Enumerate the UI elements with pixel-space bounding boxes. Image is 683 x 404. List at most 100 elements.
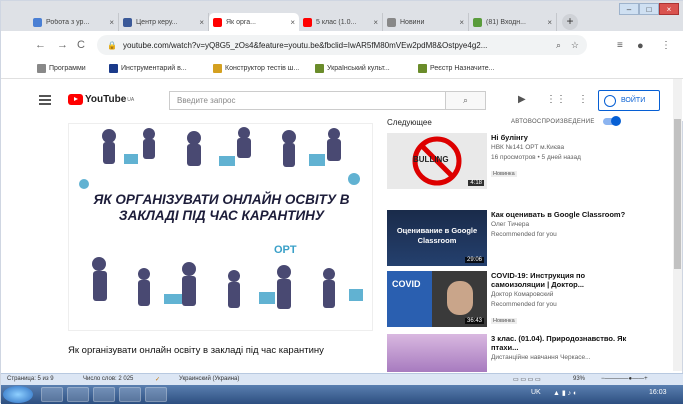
page-scrollbar[interactable] — [673, 79, 682, 371]
zoom-slider[interactable]: −————●——+ — [601, 376, 648, 382]
bookmark-icon — [213, 64, 222, 73]
browser-toolbar: ← → C 🔒 youtube.com/watch?v=yQ8G5_zOs4&f… — [1, 31, 683, 59]
browser-tab-strip: Робота з ур... × Центр керу... × Як орга… — [1, 1, 683, 31]
thumb-text: COVID — [392, 279, 421, 289]
bookmark-label: Программи — [49, 65, 86, 72]
proofing-icon[interactable]: ✓ — [155, 376, 160, 383]
thumb-text: BULLING — [413, 155, 449, 164]
autoplay-toggle[interactable] — [603, 116, 621, 126]
tab-2[interactable]: Центр керу... × — [119, 13, 209, 31]
reload-icon[interactable]: C — [77, 39, 85, 51]
bookmark-icon — [109, 64, 118, 73]
tab-title: Новини — [400, 18, 425, 26]
taskbar-app-explorer[interactable] — [41, 387, 63, 402]
close-icon[interactable]: × — [290, 18, 295, 27]
tab-1[interactable]: Робота з ур... × — [29, 13, 119, 31]
bookmark-label: Реєстр Назначите... — [430, 65, 495, 72]
close-icon[interactable]: × — [373, 18, 378, 27]
bookmark-4[interactable]: Український культ... — [315, 64, 390, 73]
star-icon[interactable]: ☆ — [571, 40, 579, 51]
word-count[interactable]: Число слов: 2 025 — [83, 376, 133, 382]
playlist-icon[interactable]: ≡ — [617, 40, 623, 51]
hamburger-menu-icon[interactable] — [39, 95, 51, 107]
video-title: COVID-19: Инструкция по самоизоляции | Д… — [491, 271, 586, 289]
minimize-button[interactable]: – — [619, 3, 639, 15]
new-tab-button[interactable]: + — [562, 14, 578, 30]
bookmark-5[interactable]: Реєстр Назначите... — [418, 64, 494, 73]
zoom-level[interactable]: 93% — [573, 376, 585, 382]
new-badge: Новинка — [491, 171, 517, 177]
taskbar-app-word[interactable] — [93, 387, 115, 402]
url-text: youtube.com/watch?v=yQ8G5_zOs4&feature=y… — [122, 40, 488, 50]
bookmark-2[interactable]: Инструментарий в... — [109, 64, 187, 73]
video-meta: Как оценивать в Google Classroom? Олег Т… — [491, 210, 641, 239]
tab-title: 5 клас (1.0... — [316, 18, 357, 26]
maximize-button[interactable]: □ — [639, 3, 659, 15]
youtube-logo[interactable]: YouTube UA — [68, 94, 134, 105]
tab-5[interactable]: Новини × — [383, 13, 469, 31]
word-status-bar: Страница: 5 из 9 Число слов: 2 025 ✓ Укр… — [1, 373, 683, 385]
taskbar-app[interactable] — [145, 387, 167, 402]
language-indicator[interactable]: UK — [531, 389, 541, 396]
video-thumbnail[interactable]: Оценивание в Google Classroom 29:06 — [387, 210, 487, 266]
close-icon[interactable]: × — [199, 18, 204, 27]
close-icon[interactable]: × — [547, 18, 552, 27]
recommended-video[interactable]: 3 клас. (01.04). Природознавство. Як пта… — [387, 334, 667, 372]
search-button[interactable]: ⌕ — [446, 91, 486, 110]
up-next-label: Следующее — [387, 118, 432, 127]
clock[interactable]: 16:03 — [649, 389, 667, 396]
logo-text: YouTube — [85, 94, 127, 105]
youtube-icon — [303, 17, 312, 27]
settings-kebab-icon[interactable]: ⋮ — [578, 94, 588, 105]
apps-grid-icon — [37, 64, 46, 73]
tray-icons[interactable]: ▲ ▮ ♪ ◐ — [553, 389, 577, 397]
duration-badge: 29:06 — [464, 257, 484, 263]
search-icon: ⌕ — [462, 95, 469, 105]
sign-in-button[interactable]: ВОЙТИ — [598, 90, 660, 111]
taskbar-app[interactable] — [119, 387, 141, 402]
recommended-video[interactable]: Оценивание в Google Classroom 29:06 Как … — [387, 210, 667, 270]
forward-icon[interactable]: → — [57, 39, 68, 51]
tab-active[interactable]: Як орга... × — [209, 13, 299, 31]
view-buttons[interactable]: ▭ ▭ ▭ ▭ — [513, 376, 541, 383]
scrollbar-thumb[interactable] — [674, 119, 681, 269]
tab-4[interactable]: 5 клас (1.0... × — [299, 13, 383, 31]
account-icon — [604, 94, 616, 107]
language-indicator[interactable]: Украинский (Украина) — [179, 376, 239, 382]
close-icon[interactable]: × — [109, 18, 114, 27]
bookmark-label: Инструментарий в... — [121, 65, 187, 72]
bookmarks-bar: Программи Инструментарий в... Конструкто… — [1, 59, 683, 79]
tab-6[interactable]: (81) Входн... × — [469, 13, 557, 31]
screen: Робота з ур... × Центр керу... × Як орга… — [0, 0, 683, 404]
back-icon[interactable]: ← — [35, 39, 46, 51]
video-title: Как оценивать в Google Classroom? — [491, 210, 626, 219]
channel-name: НВК №141 ОРТ м.Києва — [491, 144, 565, 151]
zoom-icon[interactable]: ⌕ — [556, 40, 561, 51]
search-input[interactable]: Введите запрос — [169, 91, 446, 110]
video-info: 16 просмотров • 5 дней назад — [491, 154, 581, 161]
profile-icon[interactable]: ● — [637, 40, 644, 52]
video-image-title: ЯК ОРГАНІЗУВАТИ ОНЛАЙН ОСВІТУ В ЗАКЛАДІ … — [93, 192, 350, 223]
bookmark-3[interactable]: Конструктор тестів ш... — [213, 64, 299, 73]
close-window-button[interactable]: × — [659, 3, 679, 15]
thumb-text: Оценивание в Google Classroom — [396, 226, 478, 245]
video-thumbnail[interactable] — [387, 334, 487, 372]
apps-grid-icon[interactable]: ⋮⋮ — [546, 94, 566, 105]
video-thumbnail[interactable]: COVID 36:43 — [387, 271, 487, 327]
duration-badge: 4:18 — [468, 180, 484, 186]
recommended-video[interactable]: BULLING 4:18 Ні булінгу НВК №141 ОРТ м.К… — [387, 133, 667, 193]
recommended-video[interactable]: COVID 36:43 COVID-19: Инструкция по само… — [387, 271, 667, 331]
opt-brand: OPT — [274, 244, 297, 256]
start-button[interactable] — [3, 386, 33, 403]
bookmark-apps[interactable]: Программи — [37, 64, 86, 73]
address-bar[interactable]: 🔒 youtube.com/watch?v=yQ8G5_zOs4&feature… — [97, 35, 587, 55]
kebab-menu-icon[interactable]: ⋮ — [661, 40, 671, 51]
create-video-icon[interactable]: ▶ — [518, 94, 526, 105]
page-count[interactable]: Страница: 5 из 9 — [7, 376, 54, 382]
close-icon[interactable]: × — [459, 18, 464, 27]
video-title: 3 клас. (01.04). Природознавство. Як пта… — [491, 334, 627, 352]
taskbar-app-chrome[interactable] — [67, 387, 89, 402]
video-player[interactable]: ЯК ОРГАНІЗУВАТИ ОНЛАЙН ОСВІТУ В ЗАКЛАДІ … — [68, 123, 373, 331]
docs-icon — [33, 17, 42, 27]
video-thumbnail[interactable]: BULLING 4:18 — [387, 133, 487, 189]
